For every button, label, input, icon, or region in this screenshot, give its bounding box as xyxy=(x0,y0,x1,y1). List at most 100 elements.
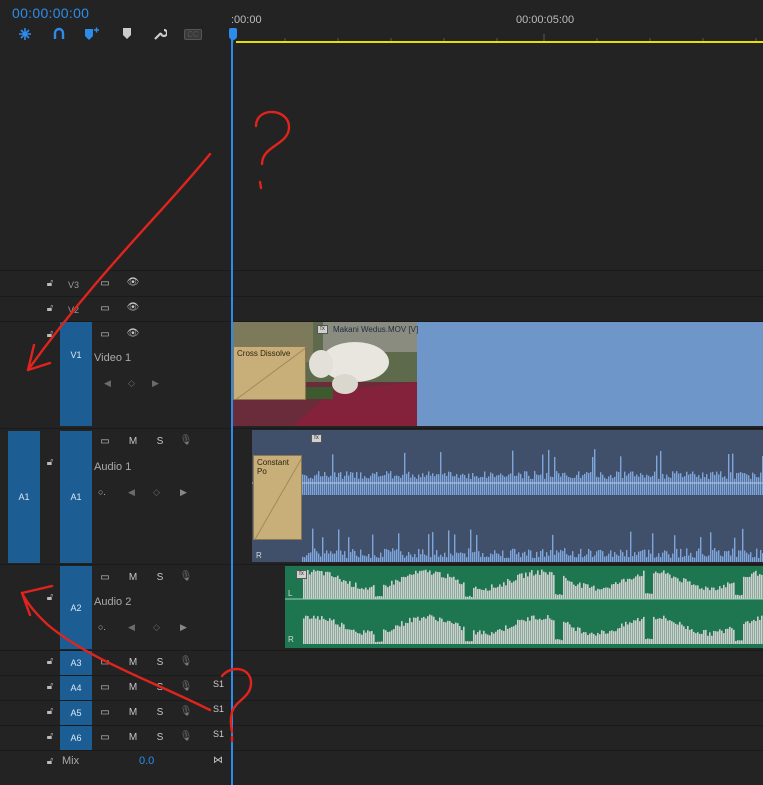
sync-lock-icon[interactable]: ▭ xyxy=(98,732,112,743)
fx-badge[interactable]: fx xyxy=(311,434,322,443)
sync-lock-icon[interactable]: ▭ xyxy=(98,657,112,668)
track-target-a4[interactable]: A4 xyxy=(60,676,92,700)
lock-icon[interactable]: 🔓︎ xyxy=(45,731,55,742)
prev-keyframe-icon[interactable]: ◀ xyxy=(128,622,135,633)
waveform-sample xyxy=(332,454,334,483)
constant-power-transition[interactable]: Constant Po xyxy=(253,455,302,540)
microphone-icon[interactable]: 🎙︎ xyxy=(179,706,193,717)
fx-badge[interactable]: fx xyxy=(296,570,307,579)
add-marker-icon[interactable] xyxy=(84,26,100,42)
waveform-sample xyxy=(656,556,658,562)
lock-icon[interactable]: 🔓︎ xyxy=(45,303,55,314)
prev-keyframe-icon[interactable]: ◀ xyxy=(104,378,111,389)
bowtie-icon[interactable]: ⋈ xyxy=(211,755,225,766)
lock-icon[interactable]: 🔓︎ xyxy=(45,457,55,468)
waveform-sample xyxy=(404,452,406,483)
waveform-sample xyxy=(325,620,327,644)
work-area-bar[interactable] xyxy=(236,41,763,43)
track-target-a2[interactable]: A2 xyxy=(60,566,92,649)
lock-icon[interactable]: 🔓︎ xyxy=(45,592,55,603)
waveform-sample xyxy=(498,553,500,562)
sync-lock-icon[interactable]: ▭ xyxy=(98,329,112,340)
waveform-sample xyxy=(306,475,308,483)
waveform-sample xyxy=(460,474,462,483)
solo-button[interactable]: S xyxy=(153,436,167,447)
track-target-a3[interactable]: A3 xyxy=(60,651,92,675)
lock-icon[interactable]: 🔓︎ xyxy=(45,756,55,767)
waveform-sample xyxy=(600,549,602,562)
waveform-sample xyxy=(629,622,631,644)
sync-lock-icon[interactable]: ▭ xyxy=(98,572,112,583)
solo-button[interactable]: S xyxy=(153,657,167,668)
mute-button[interactable]: M xyxy=(126,436,140,447)
waveform-sample xyxy=(705,629,707,644)
captions-icon[interactable]: CC xyxy=(184,26,202,42)
sync-lock-icon[interactable]: ▭ xyxy=(98,682,112,693)
audio-clip-a1[interactable] xyxy=(252,430,763,562)
lock-icon[interactable]: 🔓︎ xyxy=(45,278,55,289)
sync-lock-icon[interactable]: ▭ xyxy=(98,436,112,447)
marker-icon[interactable] xyxy=(119,26,135,42)
sync-lock-icon[interactable]: ▭ xyxy=(98,303,112,314)
waveform-sample xyxy=(608,553,610,562)
waveform-sample xyxy=(324,553,326,562)
microphone-icon[interactable]: 🎙︎ xyxy=(179,656,193,667)
linked-selection-icon[interactable] xyxy=(51,26,67,42)
playhead-line[interactable] xyxy=(231,38,233,785)
waveform-sample xyxy=(728,550,730,562)
prev-keyframe-icon[interactable]: ◀ xyxy=(128,487,135,498)
source-patch-a1[interactable]: A1 xyxy=(8,431,40,563)
add-keyframe-icon[interactable]: ◇ xyxy=(128,378,135,389)
keyframe-toggle-icon[interactable]: ○. xyxy=(98,487,106,497)
microphone-icon[interactable]: 🎙︎ xyxy=(179,681,193,692)
next-keyframe-icon[interactable]: ▶ xyxy=(152,378,159,389)
next-keyframe-icon[interactable]: ▶ xyxy=(180,487,187,498)
waveform-sample xyxy=(344,475,346,483)
waveform-sample xyxy=(412,474,414,483)
lock-icon[interactable]: 🔓︎ xyxy=(45,656,55,667)
audio-clip-a2[interactable] xyxy=(285,566,763,648)
cross-dissolve-transition[interactable]: Cross Dissolve xyxy=(233,346,306,400)
waveform-sample xyxy=(457,579,459,599)
lock-icon[interactable]: 🔓︎ xyxy=(45,706,55,717)
mute-button[interactable]: M xyxy=(126,682,140,693)
fx-badge[interactable]: fx xyxy=(317,325,328,334)
eye-icon[interactable]: 👁︎ xyxy=(126,302,140,313)
timecode-display[interactable]: 00:00:00:00 xyxy=(12,5,89,21)
eye-icon[interactable]: 👁︎ xyxy=(126,277,140,288)
solo-button[interactable]: S xyxy=(153,572,167,583)
eye-icon[interactable]: 👁︎ xyxy=(126,328,140,339)
track-target-v1[interactable]: V1 xyxy=(60,322,92,426)
add-keyframe-icon[interactable]: ◇ xyxy=(153,622,160,633)
snap-icon[interactable] xyxy=(17,26,33,42)
wrench-icon[interactable] xyxy=(152,26,168,42)
mute-button[interactable]: M xyxy=(126,657,140,668)
lock-icon[interactable]: 🔓︎ xyxy=(45,329,55,340)
microphone-icon[interactable]: 🎙︎ xyxy=(179,731,193,742)
mute-button[interactable]: M xyxy=(126,572,140,583)
next-keyframe-icon[interactable]: ▶ xyxy=(180,622,187,633)
track-target-a5[interactable]: A5 xyxy=(60,701,92,725)
waveform-sample xyxy=(436,474,438,483)
microphone-icon[interactable]: 🎙︎ xyxy=(179,435,193,446)
solo-button[interactable]: S xyxy=(153,682,167,693)
track-target-a1[interactable]: A1 xyxy=(60,431,92,563)
solo-button[interactable]: S xyxy=(153,732,167,743)
track-target-a6[interactable]: A6 xyxy=(60,726,92,750)
lock-icon[interactable]: 🔓︎ xyxy=(45,681,55,692)
solo-button[interactable]: S xyxy=(153,707,167,718)
sync-lock-icon[interactable]: ▭ xyxy=(98,278,112,289)
mute-button[interactable]: M xyxy=(126,732,140,743)
waveform-sample xyxy=(638,476,640,483)
waveform-sample xyxy=(537,619,539,644)
sync-lock-icon[interactable]: ▭ xyxy=(98,707,112,718)
waveform-sample xyxy=(702,554,704,562)
waveform-sample xyxy=(605,587,607,599)
keyframe-toggle-icon[interactable]: ○. xyxy=(98,622,106,632)
add-keyframe-icon[interactable]: ◇ xyxy=(153,487,160,498)
playhead-handle[interactable] xyxy=(229,28,237,40)
mix-value[interactable]: 0.0 xyxy=(139,755,154,767)
microphone-icon[interactable]: 🎙︎ xyxy=(179,571,193,582)
mute-button[interactable]: M xyxy=(126,707,140,718)
waveform-sample xyxy=(386,483,388,495)
